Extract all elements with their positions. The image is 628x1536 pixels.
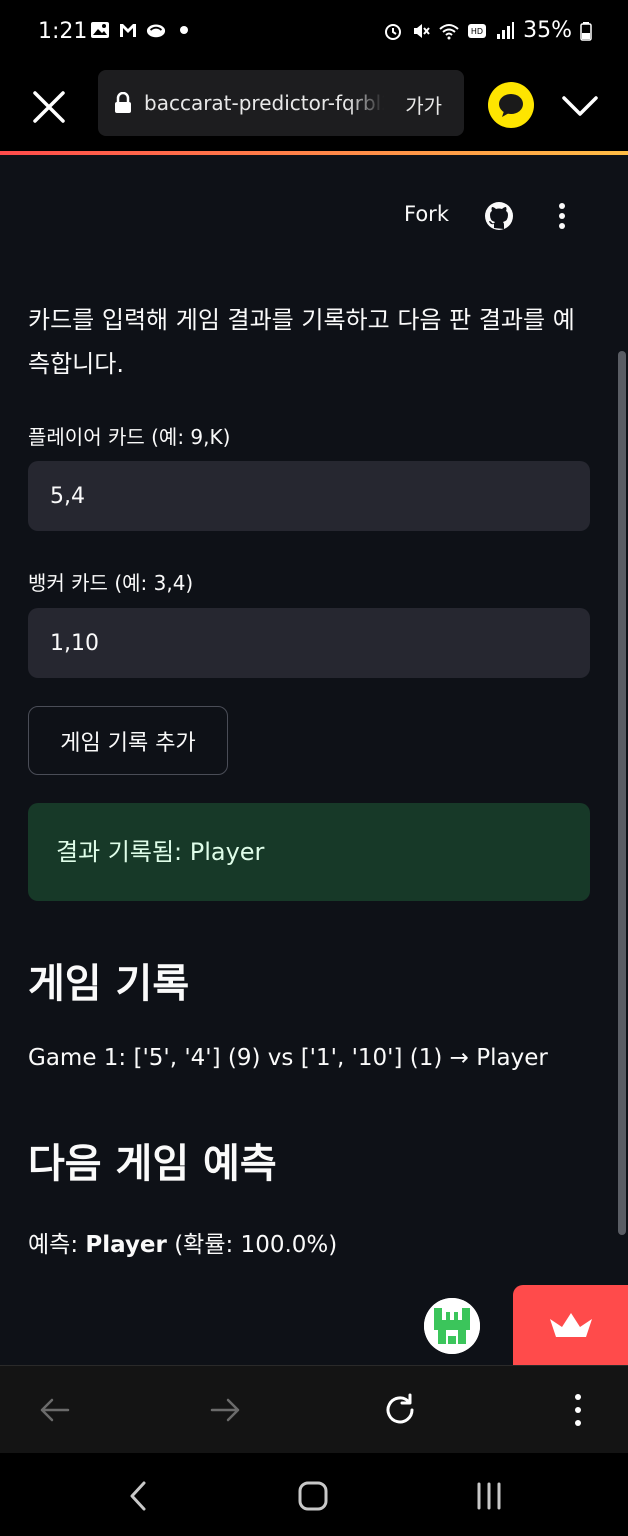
prediction-text: 예측: Player (확률: 100.0%)	[28, 1225, 337, 1259]
mute-icon	[414, 23, 430, 38]
banker-cards-label: 뱅커 카드 (예: 3,4)	[28, 571, 194, 595]
signal-icon	[497, 21, 515, 39]
prediction-suffix: (확률: 100.0%)	[166, 1232, 338, 1258]
app-header: Fork	[0, 155, 628, 265]
success-alert: 결과 기록됨: Player	[28, 803, 590, 901]
cloud-icon	[146, 24, 166, 38]
gallery-icon	[91, 22, 109, 38]
app-description: 카드를 입력해 게임 결과를 기록하고 다음 판 결과를 예측합니다.	[28, 306, 575, 378]
streamlit-crown-icon	[550, 1313, 592, 1337]
system-home-icon[interactable]	[296, 1479, 330, 1513]
system-nav-bar	[0, 1453, 628, 1536]
chevron-down-icon[interactable]	[560, 88, 600, 124]
system-back-icon[interactable]	[122, 1479, 156, 1513]
history-heading: 게임 기록	[28, 961, 190, 1007]
scrollbar[interactable]	[618, 351, 626, 1235]
status-time: 1:21	[38, 19, 88, 44]
browser-toolbar: baccarat-predictor-fqrbl2 가가	[0, 64, 628, 152]
fork-button[interactable]: Fork	[404, 202, 449, 226]
more-vert-menu-icon[interactable]	[560, 1392, 596, 1428]
svg-text:HD: HD	[471, 27, 483, 36]
status-indicators: HD 35%	[383, 18, 592, 43]
dot-icon	[180, 26, 188, 34]
streamlit-app: Fork 카드를 입력해 게임 결과를 기록하고 다음 판 결과를 예측합니다.…	[0, 155, 628, 1365]
back-arrow-icon[interactable]	[36, 1392, 72, 1428]
player-cards-label: 플레이어 카드 (예: 9,K)	[28, 425, 231, 449]
close-icon[interactable]	[28, 86, 70, 128]
banker-cards-input[interactable]	[28, 608, 590, 678]
github-icon[interactable]	[484, 201, 514, 231]
notification-icons	[90, 20, 194, 40]
player-cards-input[interactable]	[28, 461, 590, 531]
kakaotalk-button[interactable]	[488, 82, 534, 128]
hd-voice-icon: HD	[468, 23, 487, 38]
prediction-prefix: 예측:	[28, 1232, 86, 1258]
creator-avatar[interactable]	[424, 1298, 480, 1354]
more-vert-icon[interactable]	[553, 201, 571, 231]
pixel-avatar-icon	[424, 1298, 480, 1354]
battery-percent: 35%	[523, 18, 572, 43]
text-size-button[interactable]: 가가	[405, 90, 442, 119]
lock-icon	[115, 92, 131, 113]
add-game-record-button[interactable]: 게임 기록 추가	[28, 706, 228, 775]
forward-arrow-icon[interactable]	[208, 1392, 244, 1428]
url-text: baccarat-predictor-fqrbl2	[144, 91, 384, 115]
status-bar: 1:21 HD 35%	[0, 0, 628, 64]
system-recents-icon[interactable]	[472, 1479, 506, 1513]
prediction-heading: 다음 게임 예측	[28, 1141, 277, 1187]
wifi-icon	[439, 23, 459, 39]
streamlit-badge[interactable]	[513, 1285, 628, 1365]
battery-icon	[580, 21, 592, 41]
address-bar[interactable]: baccarat-predictor-fqrbl2 가가	[98, 70, 464, 136]
gmail-icon	[120, 24, 136, 37]
refresh-icon[interactable]	[382, 1392, 418, 1428]
history-entry: Game 1: ['5', '4'] (9) vs ['1', '10'] (1…	[28, 1045, 548, 1071]
alarm-icon	[385, 23, 402, 40]
chat-bubble-icon	[499, 94, 523, 117]
browser-nav-bar	[0, 1365, 628, 1453]
prediction-result: Player	[85, 1232, 167, 1258]
